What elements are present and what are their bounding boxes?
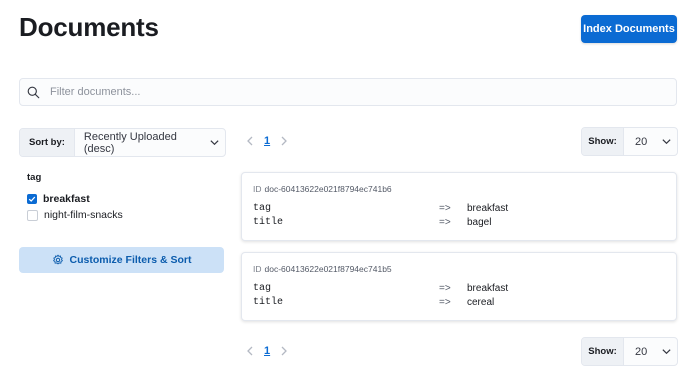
facet-option-night-film-snacks[interactable]: night-film-snacks [27, 209, 123, 221]
field-value: bagel [467, 217, 492, 228]
page-title: Documents [19, 12, 159, 42]
checkmark-icon [28, 196, 36, 202]
chevron-down-icon [203, 137, 225, 148]
document-id: ID doc-60413622e021f8794ec741b5 [253, 264, 392, 274]
page-number[interactable]: 1 [264, 345, 270, 357]
gear-icon [52, 254, 64, 266]
field-arrow: => [439, 217, 451, 228]
sort-select[interactable]: Sort by: Recently Uploaded (desc) [19, 128, 226, 157]
chevron-left-icon[interactable] [246, 136, 254, 146]
field-key: tag [253, 203, 272, 214]
facet-option-label: night-film-snacks [44, 209, 123, 221]
sort-label: Sort by: [20, 129, 75, 156]
chevron-right-icon[interactable] [280, 346, 288, 356]
search-input[interactable] [46, 86, 676, 98]
field-value: breakfast [467, 203, 509, 214]
document-id: ID doc-60413622e021f8794ec741b6 [253, 184, 392, 194]
result-card: ID doc-60413622e021f8794ec741b5 tag => br… [241, 252, 677, 321]
field-value: breakfast [467, 283, 509, 294]
checkbox-unchecked[interactable] [27, 209, 38, 221]
index-documents-button[interactable]: Index Documents [581, 15, 677, 43]
chevron-down-icon [655, 136, 677, 147]
facet-option-label: breakfast [43, 193, 90, 205]
facet-option-breakfast[interactable]: breakfast [27, 193, 90, 205]
field-arrow: => [439, 297, 451, 308]
search-field[interactable] [19, 78, 677, 106]
search-icon [20, 86, 46, 99]
show-value[interactable]: 20 [624, 136, 655, 148]
pagination-bottom: 1 [246, 345, 288, 357]
pagination-top: 1 [246, 135, 288, 147]
chevron-right-icon[interactable] [280, 136, 288, 146]
show-label: Show: [582, 128, 624, 155]
show-label: Show: [582, 338, 624, 365]
field-value: cereal [467, 297, 495, 308]
show-value[interactable]: 20 [624, 346, 655, 358]
page-size-select-bottom[interactable]: Show: 20 [581, 337, 678, 366]
field-arrow: => [439, 283, 451, 294]
checkbox-checked[interactable] [27, 194, 37, 204]
chevron-left-icon[interactable] [246, 346, 254, 356]
chevron-down-icon [655, 346, 677, 357]
customize-filters-label: Customize Filters & Sort [69, 254, 192, 266]
field-key: title [253, 217, 284, 228]
page-number[interactable]: 1 [264, 135, 270, 147]
facet-title: tag [27, 172, 42, 183]
field-key: tag [253, 283, 272, 294]
sort-value[interactable]: Recently Uploaded (desc) [75, 131, 203, 155]
result-card: ID doc-60413622e021f8794ec741b6 tag => br… [241, 172, 677, 241]
customize-filters-button[interactable]: Customize Filters & Sort [19, 247, 224, 273]
page-size-select-top[interactable]: Show: 20 [581, 127, 678, 156]
field-key: title [253, 297, 284, 308]
field-arrow: => [439, 203, 451, 214]
